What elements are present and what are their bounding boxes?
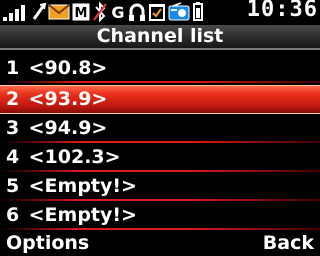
signal-icon bbox=[3, 5, 25, 21]
channel-number: 6 bbox=[6, 204, 20, 226]
page-title: Channel list bbox=[96, 25, 224, 47]
divider bbox=[0, 170, 320, 172]
channel-frequency: <93.9> bbox=[28, 88, 108, 110]
channel-number: 5 bbox=[6, 175, 20, 197]
channel-frequency: <Empty!> bbox=[28, 175, 137, 197]
status-bar: M G 10:36 bbox=[0, 0, 320, 25]
gprs-icon: G bbox=[111, 3, 124, 22]
back-softkey[interactable]: Back bbox=[263, 230, 314, 256]
channel-frequency: <102.3> bbox=[28, 146, 121, 168]
channel-number: 3 bbox=[6, 117, 20, 139]
calendar-icon bbox=[149, 4, 165, 21]
svg-text:G: G bbox=[111, 3, 124, 22]
channel-item-5[interactable]: 5 <Empty!> bbox=[0, 173, 320, 202]
channel-frequency: <94.9> bbox=[28, 117, 108, 139]
battery-icon bbox=[193, 2, 203, 21]
mms-icon: M bbox=[72, 3, 90, 21]
channel-number: 4 bbox=[6, 146, 20, 168]
channel-item-2[interactable]: 2 <93.9> bbox=[0, 85, 320, 114]
divider bbox=[0, 199, 320, 201]
divider bbox=[0, 141, 320, 143]
title-bar: Channel list bbox=[0, 25, 320, 50]
channel-item-3[interactable]: 3 <94.9> bbox=[0, 115, 320, 144]
svg-text:M: M bbox=[75, 6, 88, 21]
channel-number: 2 bbox=[6, 88, 20, 110]
headset-icon bbox=[129, 3, 145, 21]
channel-number: 1 bbox=[6, 57, 20, 79]
channel-frequency: <90.8> bbox=[28, 57, 108, 79]
softkey-bar: Options Back bbox=[0, 230, 320, 256]
channel-item-6[interactable]: 6 <Empty!> bbox=[0, 202, 320, 231]
channel-item-1[interactable]: 1 <90.8> bbox=[0, 55, 320, 84]
options-softkey[interactable]: Options bbox=[6, 230, 89, 256]
bluetooth-off-icon bbox=[93, 2, 107, 22]
channel-item-4[interactable]: 4 <102.3> bbox=[0, 144, 320, 173]
message-icon bbox=[48, 4, 70, 20]
channel-list: 1 <90.8> 2 <93.9> 3 <94.9> 4 <102.3> 5 <… bbox=[0, 55, 320, 231]
clock: 10:36 bbox=[246, 0, 318, 22]
radio-icon bbox=[168, 2, 190, 21]
divider bbox=[0, 81, 320, 83]
channel-frequency: <Empty!> bbox=[28, 204, 137, 226]
network-transfer-icon bbox=[32, 2, 47, 20]
